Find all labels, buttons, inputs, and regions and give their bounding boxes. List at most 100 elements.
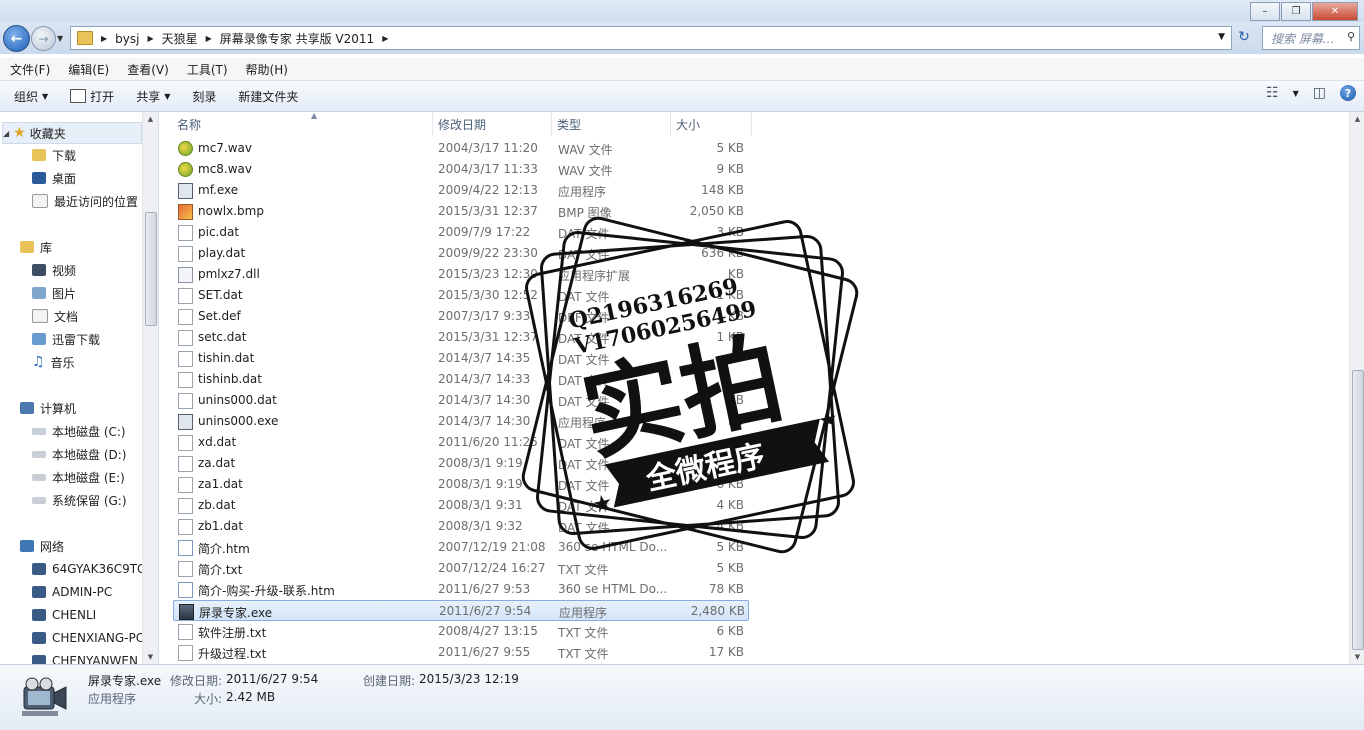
recent-pages-dropdown[interactable]: ▼ <box>57 34 63 43</box>
scroll-thumb[interactable] <box>145 212 157 326</box>
nav-network-pc[interactable]: 64GYAK36C9TG <box>32 559 146 579</box>
column-header-size[interactable]: 大小 <box>672 112 752 136</box>
doc-file-icon <box>178 393 193 409</box>
file-row[interactable]: mc7.wav 2004/3/17 11:20 WAV 文件 5 KB <box>173 138 749 159</box>
preview-pane-icon[interactable]: ◫ <box>1313 85 1326 101</box>
menu-view[interactable]: 查看(V) <box>117 61 177 78</box>
organize-button[interactable]: 组织 ▼ <box>14 88 48 105</box>
chevron-right-icon[interactable]: ▶ <box>380 34 390 43</box>
file-row[interactable]: mf.exe 2009/4/22 12:13 应用程序 148 KB <box>173 180 749 201</box>
nav-disk-d[interactable]: 本地磁盘 (D:) <box>32 444 126 464</box>
nav-downloads[interactable]: 下载 <box>32 145 76 165</box>
file-date: 2004/3/17 11:33 <box>438 162 538 176</box>
search-input[interactable]: 搜索 屏幕... ⚲ <box>1262 26 1360 50</box>
menu-file[interactable]: 文件(F) <box>0 61 58 78</box>
minimize-button[interactable]: – <box>1250 2 1280 21</box>
breadcrumb-item[interactable]: 天狼星 <box>156 30 204 47</box>
column-header-name[interactable]: 名称 ▲ <box>173 112 433 136</box>
nav-network-pc[interactable]: CHENYANWEN <box>32 651 138 664</box>
nav-pictures[interactable]: 图片 <box>32 283 76 303</box>
nav-network-pc[interactable]: CHENXIANG-PC <box>32 628 144 648</box>
breadcrumb-item[interactable]: 屏幕录像专家 共享版 V2011 <box>214 30 380 47</box>
screen-recorder-app-icon <box>22 677 67 716</box>
refresh-icon[interactable]: ↻ <box>1234 27 1254 47</box>
nav-computer[interactable]: 计算机 <box>20 398 76 418</box>
nav-desktop[interactable]: 桌面 <box>32 168 76 188</box>
address-bar[interactable]: ▶ bysj ▶ 天狼星 ▶ 屏幕录像专家 共享版 V2011 ▶ ▼ <box>70 26 1232 50</box>
forward-button[interactable]: → <box>31 26 56 51</box>
file-row[interactable]: mc8.wav 2004/3/17 11:33 WAV 文件 9 KB <box>173 159 749 180</box>
nav-network-pc[interactable]: ADMIN-PC <box>32 582 112 602</box>
burn-button[interactable]: 刻录 <box>192 88 216 105</box>
file-row[interactable]: za.dat 2008/3/1 9:19 DAT 文件 <box>173 453 749 474</box>
file-list-scrollbar[interactable]: ▲ ▼ <box>1349 112 1364 664</box>
file-row[interactable]: zb.dat 2008/3/1 9:31 DAT 文件 4 KB <box>173 495 749 516</box>
file-name: mc7.wav <box>198 141 253 155</box>
file-row[interactable]: 简介.txt 2007/12/24 16:27 TXT 文件 5 KB <box>173 558 749 579</box>
file-row[interactable]: nowlx.bmp 2015/3/31 12:37 BMP 图像 2,050 KB <box>173 201 749 222</box>
file-row[interactable]: unins000.exe 2014/3/7 14:30 应用程序 KB <box>173 411 749 432</box>
help-icon[interactable]: ? <box>1340 85 1356 101</box>
nav-disk-e[interactable]: 本地磁盘 (E:) <box>32 467 125 487</box>
file-row[interactable]: Set.def 2007/3/17 9:33 DEF 文件 1 KB <box>173 306 749 327</box>
nav-recent[interactable]: 最近访问的位置 <box>32 191 138 211</box>
file-row[interactable]: tishin.dat 2014/3/7 14:35 DAT 文件 <box>173 348 749 369</box>
nav-videos[interactable]: 视频 <box>32 260 76 280</box>
chevron-right-icon[interactable]: ▶ <box>99 34 109 43</box>
maximize-button[interactable]: ❐ <box>1281 2 1311 21</box>
file-row[interactable]: unins000.dat 2014/3/7 14:30 DAT 文件 KB <box>173 390 749 411</box>
file-row[interactable]: 屏录专家.exe 2011/6/27 9:54 应用程序 2,480 KB <box>173 600 749 621</box>
file-type: DAT 文件 <box>558 227 610 241</box>
file-row[interactable]: tishinb.dat 2014/3/7 14:33 DAT 文件 <box>173 369 749 390</box>
scroll-down-icon[interactable]: ▼ <box>143 650 158 664</box>
new-folder-button[interactable]: 新建文件夹 <box>238 88 298 105</box>
nav-music[interactable]: ♫ 音乐 <box>32 352 75 372</box>
nav-network[interactable]: 网络 <box>20 536 64 556</box>
file-row[interactable]: play.dat 2009/9/22 23:30 DAT 文件 636 KB <box>173 243 749 264</box>
collapse-arrow-icon[interactable]: ◢ <box>3 129 9 138</box>
nav-libraries[interactable]: 库 <box>20 237 52 257</box>
close-button[interactable]: ✕ <box>1312 2 1358 21</box>
file-row[interactable]: 软件注册.txt 2008/4/27 13:15 TXT 文件 6 KB <box>173 621 749 642</box>
scroll-down-icon[interactable]: ▼ <box>1350 650 1364 664</box>
file-row[interactable]: 简介.htm 2007/12/19 21:08 360 se HTML Do... 5… <box>173 537 749 558</box>
file-row[interactable]: xd.dat 2011/6/20 11:25 DAT 文件 <box>173 432 749 453</box>
file-row[interactable]: za1.dat 2008/3/1 9:19 DAT 文件 6 KB <box>173 474 749 495</box>
scroll-up-icon[interactable]: ▲ <box>143 112 158 126</box>
file-row[interactable]: pmlxz7.dll 2015/3/23 12:30 应用程序扩展 KB <box>173 264 749 285</box>
chevron-right-icon[interactable]: ▶ <box>145 34 155 43</box>
nav-disk-g[interactable]: 系统保留 (G:) <box>32 490 127 510</box>
details-created-label: 创建日期: <box>363 674 416 688</box>
menu-help[interactable]: 帮助(H) <box>236 61 296 78</box>
chevron-right-icon[interactable]: ▶ <box>204 34 214 43</box>
nav-network-pc[interactable]: CHENLI <box>32 605 96 625</box>
nav-xunlei[interactable]: 迅雷下载 <box>32 329 100 349</box>
file-row[interactable]: 升级过程.txt 2011/6/27 9:55 TXT 文件 17 KB <box>173 642 749 663</box>
file-row[interactable]: pic.dat 2009/7/9 17:22 DAT 文件 3 KB <box>173 222 749 243</box>
breadcrumb-item[interactable]: bysj <box>109 32 145 46</box>
chevron-down-icon[interactable]: ▼ <box>1293 89 1299 98</box>
column-header-type[interactable]: 类型 <box>553 112 671 136</box>
open-button[interactable]: 打开 <box>70 88 114 105</box>
file-row[interactable]: SET.dat 2015/3/30 12:52 DAT 文件 1 KB <box>173 285 749 306</box>
nav-disk-c[interactable]: 本地磁盘 (C:) <box>32 421 126 441</box>
column-header-date[interactable]: 修改日期 <box>434 112 552 136</box>
nav-scrollbar[interactable]: ▲ ▼ <box>142 112 158 664</box>
menu-tools[interactable]: 工具(T) <box>177 61 236 78</box>
scroll-up-icon[interactable]: ▲ <box>1350 112 1364 126</box>
chevron-down-icon[interactable]: ▼ <box>1218 32 1225 42</box>
nav-documents[interactable]: 文档 <box>32 306 78 326</box>
share-button[interactable]: 共享 ▼ <box>136 88 170 105</box>
scroll-thumb[interactable] <box>1352 370 1364 650</box>
file-row[interactable]: setc.dat 2015/3/31 12:37 DAT 文件 1 KB <box>173 327 749 348</box>
back-button[interactable]: ← <box>3 25 30 52</box>
file-row[interactable]: 简介-购买-升级-联系.htm 2011/6/27 9:53 360 se HTML… <box>173 579 749 600</box>
file-row[interactable]: zb1.dat 2008/3/1 9:32 DAT 文件 4 KB <box>173 516 749 537</box>
menu-edit[interactable]: 编辑(E) <box>58 61 117 78</box>
file-name: 升级过程.txt <box>198 647 267 661</box>
search-icon[interactable]: ⚲ <box>1347 30 1355 43</box>
view-options-icon[interactable]: ☷ <box>1266 85 1279 101</box>
nav-favorites[interactable]: ◢ ★ 收藏夹 <box>2 122 142 144</box>
details-size-value: 2.42 MB <box>226 690 276 704</box>
file-size: 3 KB <box>716 225 744 239</box>
